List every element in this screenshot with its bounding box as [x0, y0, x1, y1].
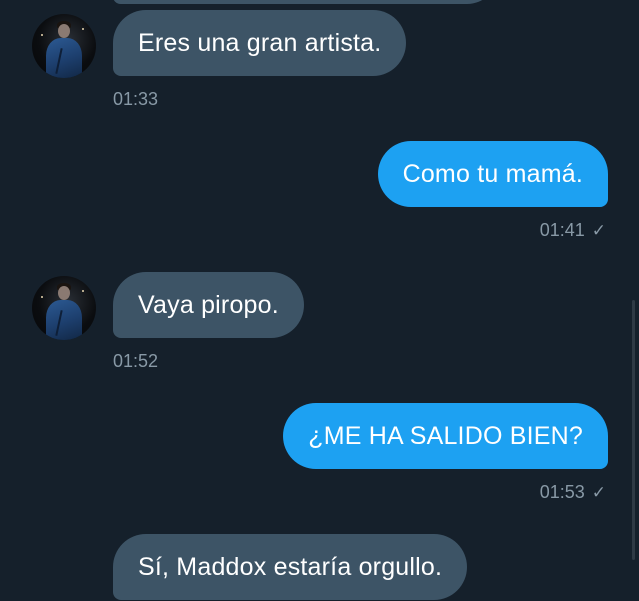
message-bubble-incoming[interactable]: Vaya piropo. [113, 272, 304, 338]
message-text: Como tu mamá. [402, 159, 583, 188]
message-timestamp: 01:52 [113, 351, 159, 371]
scrollbar[interactable] [632, 300, 635, 560]
checkmark-icon: ✓ [591, 221, 606, 240]
message-text: Vaya piropo. [138, 290, 279, 319]
conversation-view: Eres una gran artista. 01:33 Como tu mam… [0, 0, 639, 601]
message-text: Sí, Maddox estaría orgullo. [138, 552, 443, 581]
message-bubble-outgoing[interactable]: ¿ME HA SALIDO BIEN? [283, 403, 608, 469]
message-bubble-incoming[interactable]: Sí, Maddox estaría orgullo. [113, 534, 468, 600]
avatar-head [58, 24, 70, 38]
contact-avatar[interactable] [32, 14, 96, 78]
message-bubble-incoming[interactable]: Eres una gran artista. [113, 10, 407, 76]
avatar-light [82, 290, 84, 292]
avatar-light [41, 296, 43, 298]
message-timestamp: 01:41 [539, 220, 585, 240]
contact-avatar[interactable] [32, 276, 96, 340]
message-text: ¿ME HA SALIDO BIEN? [308, 421, 583, 450]
message-bubble-partial[interactable] [113, 0, 498, 4]
avatar-figure [46, 300, 82, 340]
avatar-light [41, 34, 43, 36]
message-bubble-outgoing[interactable]: Como tu mamá. [377, 141, 608, 207]
message-timestamp: 01:53 [539, 482, 585, 502]
checkmark-icon: ✓ [591, 483, 606, 502]
avatar-figure [46, 38, 82, 78]
message-timestamp-row: 01:41 ✓ [540, 220, 606, 241]
avatar-head [58, 286, 70, 300]
avatar-light [82, 28, 84, 30]
message-timestamp-row: 01:53 ✓ [540, 482, 606, 503]
message-text: Eres una gran artista. [138, 28, 382, 57]
message-timestamp: 01:33 [113, 89, 159, 109]
